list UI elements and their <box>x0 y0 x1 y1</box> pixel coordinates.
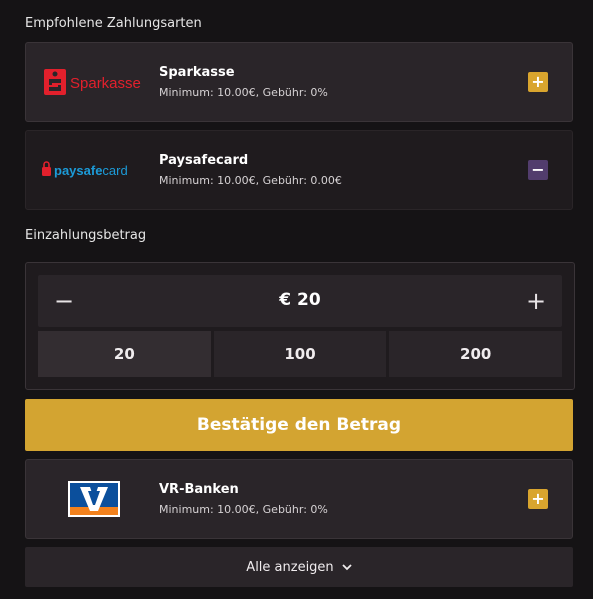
amount-value: € 20 <box>279 290 321 310</box>
amount-panel: − € 20 + 20 100 200 <box>25 262 575 390</box>
sparkasse-s-icon: Sparkasse <box>43 69 141 95</box>
remove-method-button[interactable]: − <box>528 160 548 180</box>
payment-method-paysafecard[interactable]: paysafecard Paysafecard Minimum: 10.00€,… <box>25 130 573 210</box>
sparkasse-logo-text: Sparkasse <box>70 75 141 92</box>
amount-title: Einzahlungsbetrag <box>25 228 147 243</box>
increase-amount-button[interactable]: + <box>510 275 562 327</box>
preset-amount-100[interactable]: 100 <box>213 331 387 377</box>
recommended-title: Empfohlene Zahlungsarten <box>25 16 202 31</box>
svg-text:paysafecard: paysafecard <box>54 163 128 178</box>
method-name: Sparkasse <box>159 65 235 80</box>
preset-amount-200[interactable]: 200 <box>389 331 563 377</box>
show-all-label: Alle anzeigen <box>246 559 334 575</box>
vr-banken-icon <box>67 481 120 517</box>
sparkasse-logo: Sparkasse <box>26 43 161 121</box>
amount-presets: 20 100 200 <box>38 331 563 377</box>
method-name: Paysafecard <box>159 153 249 168</box>
payment-method-vr-banken[interactable]: VR-Banken Minimum: 10.00€, Gebühr: 0% + <box>25 459 573 539</box>
payment-method-sparkasse[interactable]: Sparkasse Sparkasse Minimum: 10.00€, Geb… <box>25 42 573 122</box>
chevron-down-icon <box>342 563 352 570</box>
method-name: VR-Banken <box>159 482 239 497</box>
method-meta: Minimum: 10.00€, Gebühr: 0.00€ <box>159 174 342 187</box>
add-method-button[interactable]: + <box>528 72 548 92</box>
method-meta: Minimum: 10.00€, Gebühr: 0% <box>159 503 328 516</box>
amount-stepper: − € 20 + <box>38 275 562 327</box>
paysafe-text: paysafe <box>54 163 102 178</box>
show-all-button[interactable]: Alle anzeigen <box>25 547 573 587</box>
vr-banken-logo <box>26 460 161 538</box>
lock-icon <box>41 161 51 176</box>
card-text: card <box>102 163 127 178</box>
method-meta: Minimum: 10.00€, Gebühr: 0% <box>159 86 328 99</box>
preset-amount-20[interactable]: 20 <box>38 331 211 377</box>
add-method-button[interactable]: + <box>528 489 548 509</box>
paysafecard-logo: paysafecard <box>26 131 161 209</box>
confirm-amount-button[interactable]: Bestätige den Betrag <box>25 399 573 451</box>
